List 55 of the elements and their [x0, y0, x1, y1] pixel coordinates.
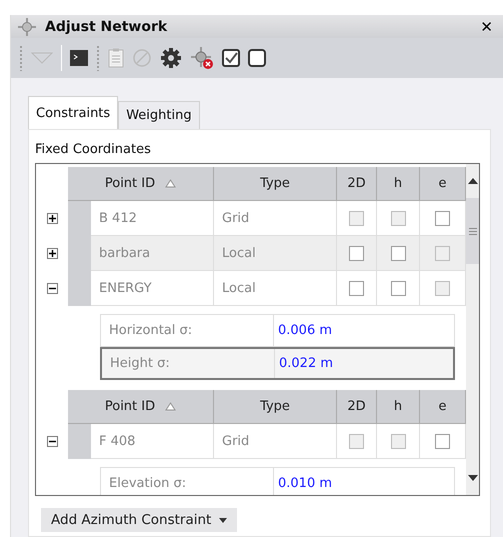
sort-icon [165, 179, 176, 188]
sort-icon [165, 402, 176, 411]
property-row[interactable]: Horizontal σ: 0.006 m [100, 314, 455, 347]
toolbar-button[interactable] [222, 49, 240, 67]
expand-button[interactable] [46, 248, 58, 259]
checkbox[interactable] [349, 280, 364, 296]
property-row[interactable]: Height σ: 0.022 m [100, 347, 455, 380]
section-title: Fixed Coordinates [35, 142, 152, 157]
table-cell: Grid [214, 201, 337, 236]
table-cell: B 412 [91, 201, 214, 236]
toolbar-button[interactable] [248, 49, 266, 67]
settings-icon [160, 47, 182, 69]
table-cell: Grid [214, 424, 337, 459]
node-remove-icon [190, 46, 214, 70]
property-value: 0.022 m [278, 355, 334, 373]
checkbox[interactable] [435, 210, 450, 226]
property-label: Horizontal σ: [101, 315, 274, 346]
checked-box-icon [222, 49, 240, 67]
checkbox[interactable] [390, 280, 406, 296]
property-row[interactable]: Elevation σ: 0.010 m [100, 467, 455, 495]
expand-button[interactable] [46, 213, 58, 224]
down-arrow-icon [468, 475, 478, 481]
property-value: 0.010 m [277, 475, 334, 493]
collapse-button[interactable] [46, 436, 58, 447]
plus-icon [48, 215, 56, 222]
dropdown-icon [31, 52, 53, 64]
toolbar-button[interactable] [160, 47, 182, 69]
tab[interactable]: Constraints [28, 96, 118, 129]
minus-icon [48, 285, 56, 292]
table-cell: ENERGY [91, 271, 214, 306]
checkbox[interactable] [390, 246, 406, 260]
checkbox[interactable] [435, 434, 450, 448]
add-constraint-button[interactable]: Add Azimuth Constraint [41, 508, 238, 532]
dropdown-arrow-icon [219, 518, 228, 522]
move-icon [17, 16, 37, 36]
empty-box-icon [248, 49, 266, 67]
tab[interactable]: Weighting [118, 101, 200, 129]
table-cell: Local [214, 236, 337, 271]
window-title: Adjust Network [45, 18, 168, 34]
scroll-thumb[interactable] [466, 198, 479, 264]
clipboard-icon [108, 48, 124, 68]
property-label: Elevation σ: [101, 468, 274, 495]
terminal-icon [70, 50, 88, 66]
table-cell: barbara [91, 236, 214, 271]
table-cell: Local [214, 271, 337, 306]
up-arrow-icon [468, 178, 478, 184]
property-label: Height σ: [102, 349, 275, 378]
checkbox[interactable] [349, 246, 364, 260]
cancel-icon [132, 48, 152, 68]
table-cell: F 408 [91, 424, 214, 459]
close-button[interactable]: ✕ [476, 18, 497, 36]
collapse-button[interactable] [46, 283, 58, 294]
plus-icon [48, 250, 56, 257]
minus-icon [48, 438, 56, 445]
property-value: 0.006 m [277, 322, 334, 340]
